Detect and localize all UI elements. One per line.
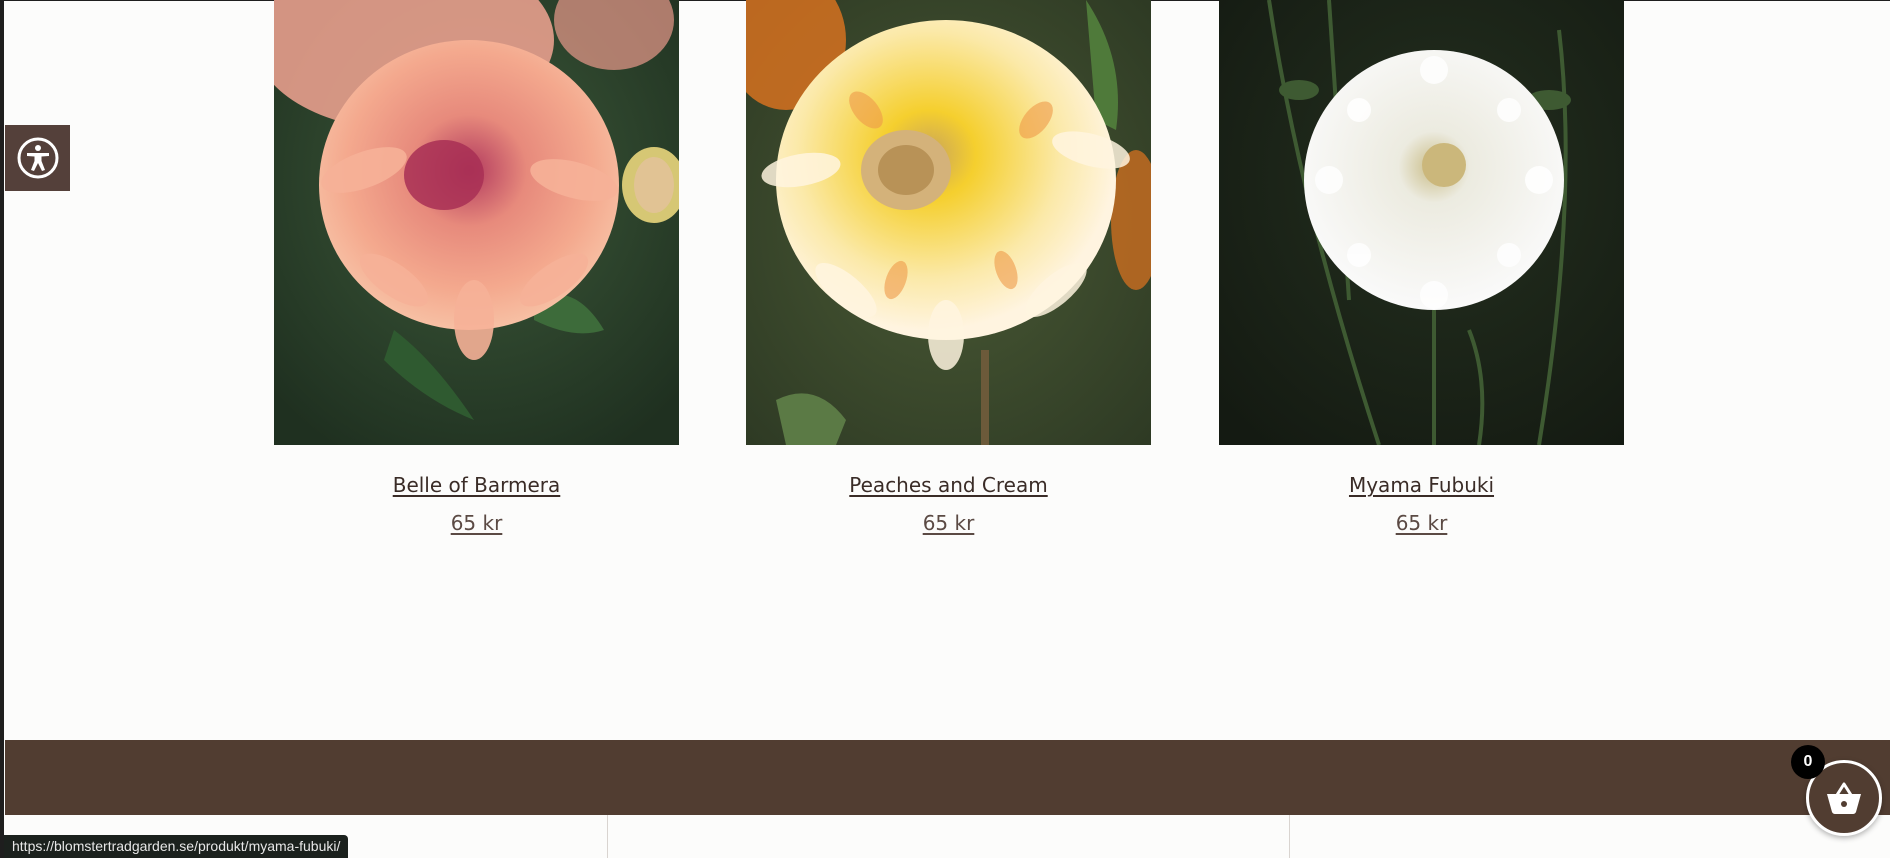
product-card: Myama Fubuki 65 kr: [1219, 0, 1624, 535]
cart-count-badge: 0: [1791, 745, 1825, 779]
product-image-link[interactable]: [1219, 0, 1624, 445]
product-image-link[interactable]: [746, 0, 1151, 445]
link-status-bar: https://blomstertradgarden.se/produkt/my…: [4, 835, 349, 858]
product-name-link[interactable]: Belle of Barmera: [393, 473, 561, 497]
product-price[interactable]: 65 kr: [746, 511, 1151, 535]
accessibility-button[interactable]: [5, 125, 70, 191]
footer-band: [5, 740, 1890, 815]
product-image-link[interactable]: [274, 0, 679, 445]
product-name-link[interactable]: Peaches and Cream: [849, 473, 1047, 497]
window-left-edge: [0, 0, 4, 858]
footer-divider: [607, 815, 608, 858]
dahlia-white-image: [1219, 0, 1624, 445]
dahlia-yellow-image: [746, 0, 1151, 445]
product-name-link[interactable]: Myama Fubuki: [1349, 473, 1494, 497]
dahlia-pink-image: [274, 0, 679, 445]
basket-icon: [1827, 782, 1861, 814]
product-price[interactable]: 65 kr: [1219, 511, 1624, 535]
product-price[interactable]: 65 kr: [274, 511, 679, 535]
footer-divider: [1289, 815, 1290, 858]
product-card: Peaches and Cream 65 kr: [746, 0, 1151, 535]
product-card: Belle of Barmera 65 kr: [274, 0, 679, 535]
accessibility-icon: [17, 137, 58, 179]
